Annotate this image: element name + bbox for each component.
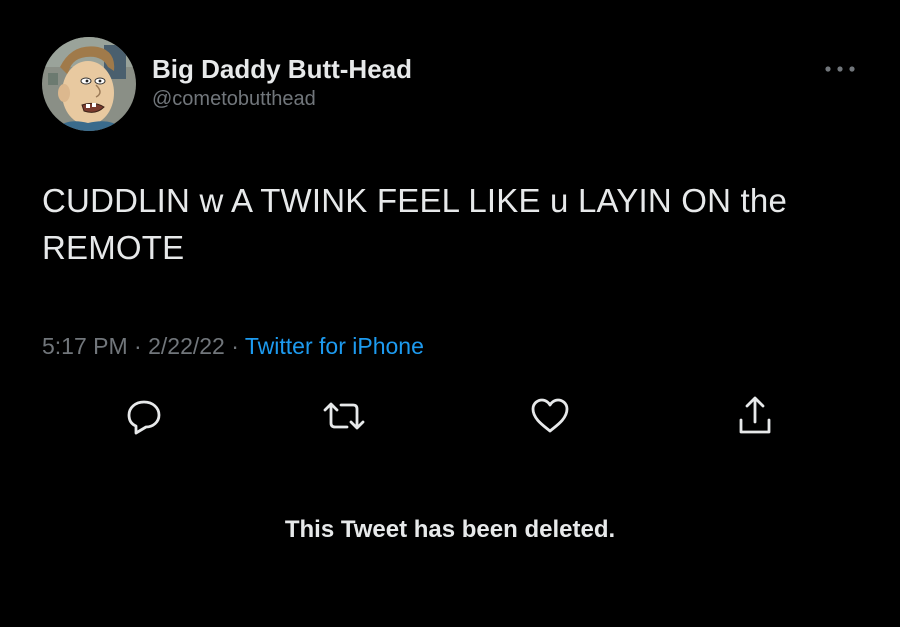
tweet-text: CUDDLIN w A TWINK FEEL LIKE u LAYIN ON t… (42, 182, 788, 266)
meta-separator: · (231, 333, 239, 359)
reply-button[interactable] (120, 392, 168, 440)
user-handle[interactable]: @cometobutthead (152, 88, 316, 111)
cartoon-avatar-icon (42, 37, 136, 131)
display-name[interactable]: Big Daddy Butt-Head (152, 54, 412, 85)
tweet-actions-bar (0, 392, 900, 440)
share-button[interactable] (731, 392, 779, 440)
meta-separator: · (134, 333, 142, 359)
like-button[interactable] (526, 392, 574, 440)
heart-icon (531, 398, 569, 433)
tweet-source-link[interactable]: Twitter for iPhone (245, 333, 424, 359)
tweet-metadata: 5:17 PM · 2/22/22 · Twitter for iPhone (42, 333, 424, 360)
more-icon (825, 66, 855, 72)
deleted-notice: This Tweet has been deleted. (284, 516, 616, 543)
retweet-button[interactable] (320, 392, 368, 440)
reply-icon (127, 400, 161, 435)
avatar[interactable] (42, 37, 136, 131)
share-icon (739, 396, 771, 434)
tweet-card: Big Daddy Butt-Head @cometobutthead CUDD… (0, 0, 900, 627)
more-options-button[interactable] (820, 58, 860, 80)
retweet-icon (323, 402, 365, 430)
tweet-time[interactable]: 5:17 PM (42, 333, 128, 359)
tweet-date[interactable]: 2/22/22 (148, 333, 225, 359)
